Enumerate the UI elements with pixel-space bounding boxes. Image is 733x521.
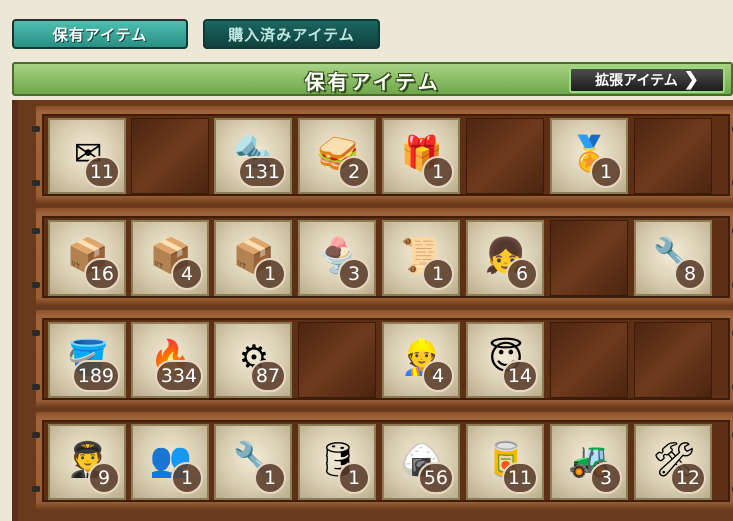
item-count-badge: 14	[501, 360, 538, 392]
shelf-nail	[32, 486, 40, 492]
item-count-badge: 56	[417, 462, 454, 494]
item-count-badge: 9	[88, 462, 120, 494]
empty-slot	[466, 118, 544, 194]
item-slot[interactable]: 🛢 1	[298, 424, 376, 500]
item-slot[interactable]: 🚜 3	[550, 424, 628, 500]
shelf-row-inner: 🧑‍✈️ 9 👥 1 🔧 1 🛢 1 🍙 56 🥫 11 🚜 3 🛠 12	[42, 420, 730, 502]
item-slot[interactable]: ⚙ 87	[214, 322, 292, 398]
item-count-badge: 11	[83, 156, 120, 188]
shelf-row: ✉ 11 🔩 131 🥪 2 🎁 1 🏅 1	[32, 106, 733, 204]
item-count-badge: 6	[506, 258, 538, 290]
item-count-badge: 1	[254, 462, 286, 494]
item-slot[interactable]: 📦 16	[48, 220, 126, 296]
item-slot[interactable]: 🛠 12	[634, 424, 712, 500]
item-count-badge: 1	[422, 258, 454, 290]
item-count-badge: 16	[83, 258, 120, 290]
item-count-badge: 1	[338, 462, 370, 494]
empty-slot	[131, 118, 209, 194]
expand-items-label: 拡張アイテム	[595, 73, 678, 89]
item-slot[interactable]: 📜 1	[382, 220, 460, 296]
shelf-row: 🪣 189 🔥 334 ⚙ 87 👷 4 😇 14	[32, 310, 733, 408]
item-slot[interactable]: 👥 1	[131, 424, 209, 500]
item-count-badge: 189	[71, 360, 120, 392]
item-count-badge: 4	[422, 360, 454, 392]
shelf-row: 📦 16 📦 4 📦 1 🍨 3 📜 1 👧 6 🔧 8	[32, 208, 733, 306]
item-slot[interactable]: 🥫 11	[466, 424, 544, 500]
shelf-nail	[32, 282, 40, 288]
tab-owned-items[interactable]: 保有アイテム	[12, 19, 188, 49]
item-slot[interactable]: 🧑‍✈️ 9	[48, 424, 126, 500]
item-slot[interactable]: ✉ 11	[48, 118, 126, 194]
item-slot[interactable]: 🍙 56	[382, 424, 460, 500]
shelf-row-inner: 📦 16 📦 4 📦 1 🍨 3 📜 1 👧 6 🔧 8	[42, 216, 730, 298]
item-slot[interactable]: 📦 1	[214, 220, 292, 296]
shelf-nail	[32, 180, 40, 186]
item-count-badge: 1	[171, 462, 203, 494]
item-count-badge: 4	[171, 258, 203, 290]
empty-slot	[550, 322, 628, 398]
shelf-row-inner: 🪣 189 🔥 334 ⚙ 87 👷 4 😇 14	[42, 318, 730, 400]
item-count-badge: 1	[254, 258, 286, 290]
item-slot[interactable]: 🪣 189	[48, 322, 126, 398]
item-slot[interactable]: 🔧 1	[214, 424, 292, 500]
section-banner: 保有アイテム 拡張アイテム ❯	[12, 62, 733, 96]
empty-slot	[550, 220, 628, 296]
shelf-nail	[32, 126, 40, 132]
expand-items-button[interactable]: 拡張アイテム ❯	[569, 67, 725, 93]
empty-slot	[634, 118, 712, 194]
item-count-badge: 8	[674, 258, 706, 290]
empty-slot	[298, 322, 376, 398]
item-slot[interactable]: 📦 4	[131, 220, 209, 296]
item-slot[interactable]: 🔧 8	[634, 220, 712, 296]
item-shelf: ✉ 11 🔩 131 🥪 2 🎁 1 🏅 1 📦 16 📦 4 📦 1 🍨 3 📜 1 👧 6 🔧 8 🪣 189 🔥 334 ⚙ 87 👷…	[12, 100, 733, 521]
shelf-row-inner: ✉ 11 🔩 131 🥪 2 🎁 1 🏅 1	[42, 114, 730, 196]
item-slot[interactable]: 🍨 3	[298, 220, 376, 296]
item-count-badge: 131	[237, 156, 286, 188]
tab-purchased-items[interactable]: 購入済みアイテム	[203, 19, 380, 49]
shelf-nail	[32, 384, 40, 390]
shelf-nail	[32, 228, 40, 234]
item-slot[interactable]: 🎁 1	[382, 118, 460, 194]
item-count-badge: 11	[501, 462, 538, 494]
item-slot[interactable]: 🔥 334	[131, 322, 209, 398]
item-slot[interactable]: 👷 4	[382, 322, 460, 398]
item-slot[interactable]: 👧 6	[466, 220, 544, 296]
shelf-nail	[32, 330, 40, 336]
item-slot[interactable]: 🥪 2	[298, 118, 376, 194]
item-count-badge: 3	[590, 462, 622, 494]
item-slot[interactable]: 🏅 1	[550, 118, 628, 194]
item-count-badge: 334	[154, 360, 203, 392]
item-count-badge: 2	[338, 156, 370, 188]
item-count-badge: 1	[422, 156, 454, 188]
item-count-badge: 3	[338, 258, 370, 290]
chevron-right-icon: ❯	[683, 69, 699, 90]
item-slot[interactable]: 🔩 131	[214, 118, 292, 194]
shelf-nail	[32, 432, 40, 438]
item-slot[interactable]: 😇 14	[466, 322, 544, 398]
shelf-row: 🧑‍✈️ 9 👥 1 🔧 1 🛢 1 🍙 56 🥫 11 🚜 3 🛠 12	[32, 412, 733, 510]
item-count-badge: 12	[669, 462, 706, 494]
item-count-badge: 87	[249, 360, 286, 392]
empty-slot	[634, 322, 712, 398]
item-count-badge: 1	[590, 156, 622, 188]
